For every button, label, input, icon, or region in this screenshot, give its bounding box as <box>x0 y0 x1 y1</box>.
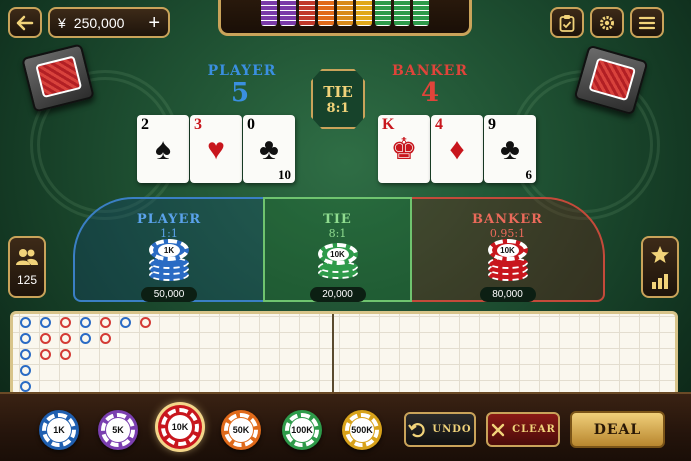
tray-chip-stack <box>261 0 277 26</box>
banker-bead <box>100 333 111 344</box>
chip-tray <box>218 0 472 36</box>
tie-chip-stack: 10K <box>317 239 358 279</box>
tie-bet-amount: 20,000 <box>309 287 366 302</box>
chip-1k[interactable]: 1K <box>39 410 79 450</box>
player-bead <box>40 317 51 328</box>
tray-chip-stack <box>318 0 334 26</box>
banker-bead <box>60 317 71 328</box>
bead-road-scoreboard <box>10 311 678 397</box>
star-icon[interactable] <box>650 245 670 265</box>
balance-amount: 250,000 <box>73 14 125 31</box>
player-bead <box>20 333 31 344</box>
back-button[interactable] <box>8 7 42 38</box>
player-card-3: 0 ♣ 10 <box>243 115 295 183</box>
tray-chip-stack <box>394 0 410 26</box>
history-button[interactable] <box>550 7 584 38</box>
chip-50k[interactable]: 50K <box>221 410 261 450</box>
player-bet-amount: 50,000 <box>141 287 197 302</box>
banker-chip-stack: 10K <box>487 239 528 281</box>
currency-symbol: ¥ <box>58 14 66 31</box>
undo-button[interactable]: UNDO <box>404 412 476 447</box>
player-score: 5 <box>230 78 250 108</box>
bar-chart-icon[interactable] <box>650 273 670 289</box>
clear-label: CLEAR <box>512 424 556 435</box>
roadmap-divider <box>332 314 334 394</box>
player-label: PLAYER <box>207 63 277 79</box>
player-bet-label: PLAYER <box>136 212 202 227</box>
add-funds-button[interactable]: + <box>148 13 160 33</box>
banker-bead <box>40 333 51 344</box>
banker-card-1: K ♚ <box>378 115 430 183</box>
tray-chip-stack <box>337 0 353 26</box>
banker-bead <box>140 317 151 328</box>
tray-chip-stack <box>280 0 296 26</box>
arrow-left-icon <box>16 15 34 30</box>
player-bead <box>120 317 131 328</box>
player-bead <box>80 317 91 328</box>
tray-chip-stack <box>299 0 315 26</box>
tie-odds: 8:1 <box>326 101 350 116</box>
undo-icon <box>408 422 425 437</box>
banker-bead <box>60 333 71 344</box>
chip-500k[interactable]: 500K <box>342 410 382 450</box>
deal-label: DEAL <box>593 421 642 438</box>
banker-card-2: 4 ♦ <box>431 115 483 183</box>
clipboard-check-icon <box>559 14 575 32</box>
tie-label: TIE <box>323 83 353 101</box>
banker-bead <box>100 317 111 328</box>
balance-display: ¥ 250,000 + <box>48 7 170 38</box>
chip-100k[interactable]: 100K <box>282 410 322 450</box>
tie-bet-label: TIE <box>323 212 352 227</box>
player-bet-area[interactable]: PLAYER 1:1 1K 50,000 <box>73 197 263 302</box>
close-icon <box>491 423 505 436</box>
chip-10k[interactable]: 10K <box>158 405 202 449</box>
favorites-stats-panel[interactable] <box>641 236 679 298</box>
banker-bet-amount: 80,000 <box>479 287 536 302</box>
player-bead <box>80 333 91 344</box>
banker-bead <box>40 349 51 360</box>
player-card-1: 2 ♠ <box>137 115 189 183</box>
undo-label: UNDO <box>432 424 472 435</box>
tie-badge: TIE 8:1 <box>311 69 365 129</box>
chip-5k[interactable]: 5K <box>98 410 138 450</box>
player-bead <box>20 349 31 360</box>
hamburger-menu-icon <box>638 16 656 29</box>
tray-chip-stack <box>413 0 429 26</box>
players-online-count: 125 <box>16 273 38 287</box>
users-icon <box>16 249 38 265</box>
player-chip-stack: 1K <box>149 239 189 281</box>
deal-button[interactable]: DEAL <box>570 411 665 448</box>
banker-bead <box>60 349 71 360</box>
banker-score: 4 <box>420 78 440 108</box>
players-online-panel[interactable]: 125 <box>8 236 46 298</box>
banker-bet-label: BANKER <box>472 212 543 227</box>
player-bead <box>20 317 31 328</box>
player-bead <box>20 381 31 392</box>
banker-bet-area[interactable]: BANKER 0.95:1 10K 80,000 <box>412 197 605 302</box>
tray-chip-stack <box>356 0 372 26</box>
banker-label: BANKER <box>392 63 468 79</box>
clear-button[interactable]: CLEAR <box>486 412 560 447</box>
gear-icon <box>600 15 614 30</box>
tie-bet-area[interactable]: TIE 8:1 10K 20,000 <box>263 197 412 302</box>
player-card-2: 3 ♥ <box>190 115 242 183</box>
settings-button[interactable] <box>590 7 624 38</box>
menu-button[interactable] <box>630 7 664 38</box>
player-bead <box>20 365 31 376</box>
baccarat-table: ¥ 250,000 + PLAYER 5 TIE 8:1 BANKER 4 2 … <box>0 0 691 461</box>
tray-chip-stack <box>375 0 391 26</box>
banker-card-3: 9 ♣ 6 <box>484 115 536 183</box>
